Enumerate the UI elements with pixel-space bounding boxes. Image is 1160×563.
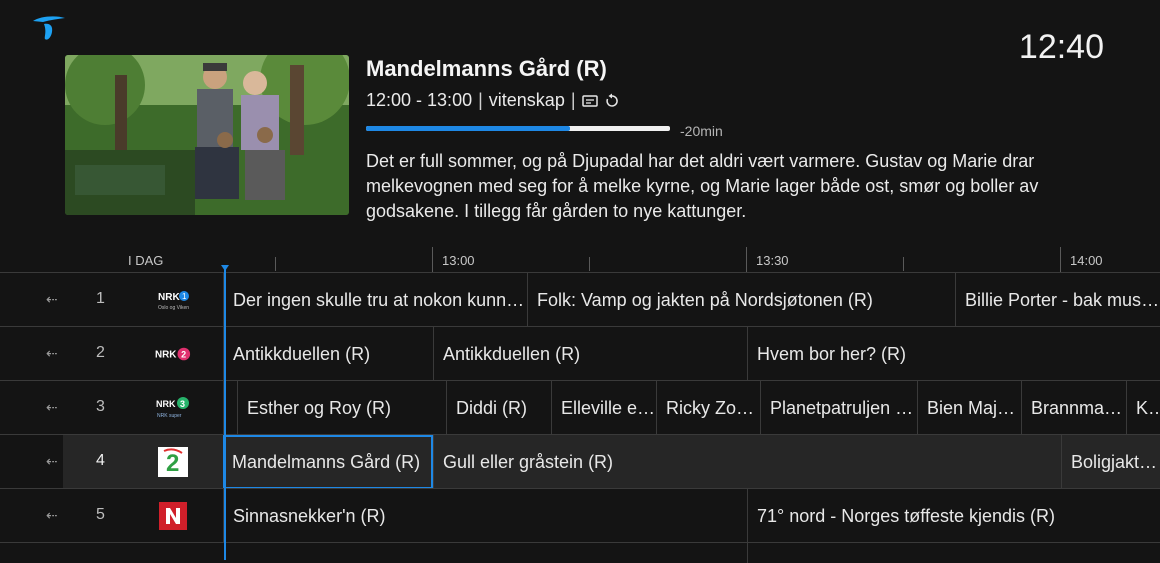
program-cell[interactable]: Boligjakt i ... — [1061, 435, 1160, 489]
timeline-minor-tick — [589, 257, 590, 271]
program-cell[interactable]: Diddi (R) — [446, 381, 551, 435]
timeline-label: 14:00 — [1070, 253, 1103, 268]
program-time: 12:00 - 13:00 — [366, 90, 473, 110]
svg-text:2: 2 — [181, 350, 186, 360]
channel-row: ⇠ 3 NRK 3 NRK super Esther og Roy (R) Didd… — [0, 380, 1160, 435]
tv2-logo: 2 — [155, 447, 191, 477]
channel-cell[interactable] — [63, 435, 223, 489]
channel-arrow-icon: ⇠ — [46, 453, 58, 469]
progress-bar — [366, 125, 670, 131]
channel-arrow-icon: ⇠ — [46, 291, 58, 307]
meta-separator: | — [570, 90, 576, 110]
channel-number: 3 — [96, 398, 105, 415]
program-thumbnail — [65, 55, 349, 215]
channel-number: 5 — [96, 506, 105, 523]
channel-cell[interactable] — [63, 381, 223, 435]
channel-row: ⇠ 1 NRK 1 Oslo og Viken Der ingen skulle t… — [0, 272, 1160, 327]
program-title: Mandelmanns Gård (R) — [366, 56, 607, 81]
remaining-time: -20min — [680, 123, 723, 139]
channel-arrow-icon: ⇠ — [46, 345, 58, 361]
program-cell[interactable]: Kos — [1126, 381, 1160, 435]
replay-icon — [605, 93, 618, 107]
channel-row: ⇠ 5 Sinnasnekker'n (R) 71° nord - Norges… — [0, 488, 1160, 543]
program-cell[interactable]: Ricky Zoom — [656, 381, 760, 435]
program-cell[interactable]: Gull eller gråstein (R) — [433, 435, 1061, 489]
timeline-minor-tick — [275, 257, 276, 271]
timeline-label: 13:30 — [756, 253, 789, 268]
channel-arrow-icon: ⇠ — [46, 507, 58, 523]
svg-text:NRK: NRK — [155, 350, 177, 361]
today-label: I DAG — [128, 253, 164, 268]
program-cell[interactable]: Billie Porter - bak musikken — [955, 273, 1160, 327]
timeline-label: 13:00 — [442, 253, 475, 268]
meta-separator: | — [478, 90, 483, 110]
svg-text:NRK: NRK — [158, 292, 180, 303]
channel-number: 1 — [96, 290, 105, 307]
program-cell[interactable]: Der ingen skulle tru at nokon kunne bu — [223, 273, 527, 327]
program-cell[interactable]: Esther og Roy (R) — [237, 381, 446, 435]
channel-cell[interactable] — [63, 273, 223, 327]
channel-number: 4 — [96, 452, 105, 469]
tvnorge-logo — [155, 501, 191, 531]
svg-text:1: 1 — [182, 292, 187, 301]
timeline-header: I DAG 13:00 13:30 14:00 — [0, 245, 1160, 273]
program-meta: 12:00 - 13:00 | vitenskap | — [366, 90, 1086, 111]
channel-cell[interactable] — [63, 489, 223, 543]
program-detail: Mandelmanns Gård (R) 12:00 - 13:00 | vit… — [366, 56, 1086, 224]
program-cell[interactable]: Antikkduellen (R) — [223, 327, 433, 381]
nrk1-logo: NRK 1 Oslo og Viken — [155, 285, 191, 315]
timeline-minor-tick — [903, 257, 904, 271]
program-cell-focused[interactable]: Mandelmanns Gård (R) — [223, 435, 433, 489]
svg-text:NRK: NRK — [156, 399, 176, 409]
nrk3-logo: NRK 3 NRK super — [155, 393, 191, 423]
program-cell[interactable]: Hvem bor her? (R) — [747, 327, 1160, 381]
program-progress: -20min — [366, 117, 1086, 139]
program-description: Det er full sommer, og på Djupadal har d… — [366, 151, 1039, 221]
program-cell[interactable]: Bien Maja (R) — [917, 381, 1021, 435]
timeline-major-tick — [1060, 247, 1061, 272]
program-cell[interactable] — [747, 543, 1160, 563]
svg-text:3: 3 — [180, 399, 185, 409]
now-line — [224, 268, 226, 560]
program-cell[interactable]: Antikkduellen (R) — [433, 327, 747, 381]
channel-arrow-icon: ⇠ — [46, 399, 58, 415]
channel-row: ⇠ 2 NRK 2 Antikkduellen (R) Antikkduellen… — [0, 326, 1160, 381]
svg-text:Oslo og Viken: Oslo og Viken — [158, 305, 189, 311]
timeline-major-tick — [746, 247, 747, 272]
telenor-logo — [33, 16, 65, 40]
channel-cell[interactable] — [63, 327, 223, 381]
svg-text:2: 2 — [166, 450, 179, 477]
progress-fill — [366, 125, 570, 131]
program-cell[interactable]: 71° nord - Norges tøffeste kjendis (R) — [747, 489, 1160, 543]
program-cell[interactable]: Elleville elefanter — [551, 381, 656, 435]
subtitles-icon — [581, 94, 598, 107]
channel-number: 2 — [96, 344, 105, 361]
channel-row-selected: ⇠ 4 2 Mandelmanns Gård (R) Gull eller gr… — [0, 434, 1160, 489]
program-genre: vitenskap — [488, 90, 565, 110]
svg-text:NRK super: NRK super — [157, 413, 182, 419]
program-cell[interactable]: Planetpatruljen (R) — [760, 381, 917, 435]
nrk2-logo: NRK 2 — [155, 339, 191, 369]
timeline-major-tick — [432, 247, 433, 272]
program-cell[interactable]: Brannmann Sam — [1021, 381, 1126, 435]
program-cell[interactable]: Folk: Vamp og jakten på Nordsjøtonen (R) — [527, 273, 955, 327]
program-cell[interactable]: Sinnasnekker'n (R) — [223, 489, 747, 543]
